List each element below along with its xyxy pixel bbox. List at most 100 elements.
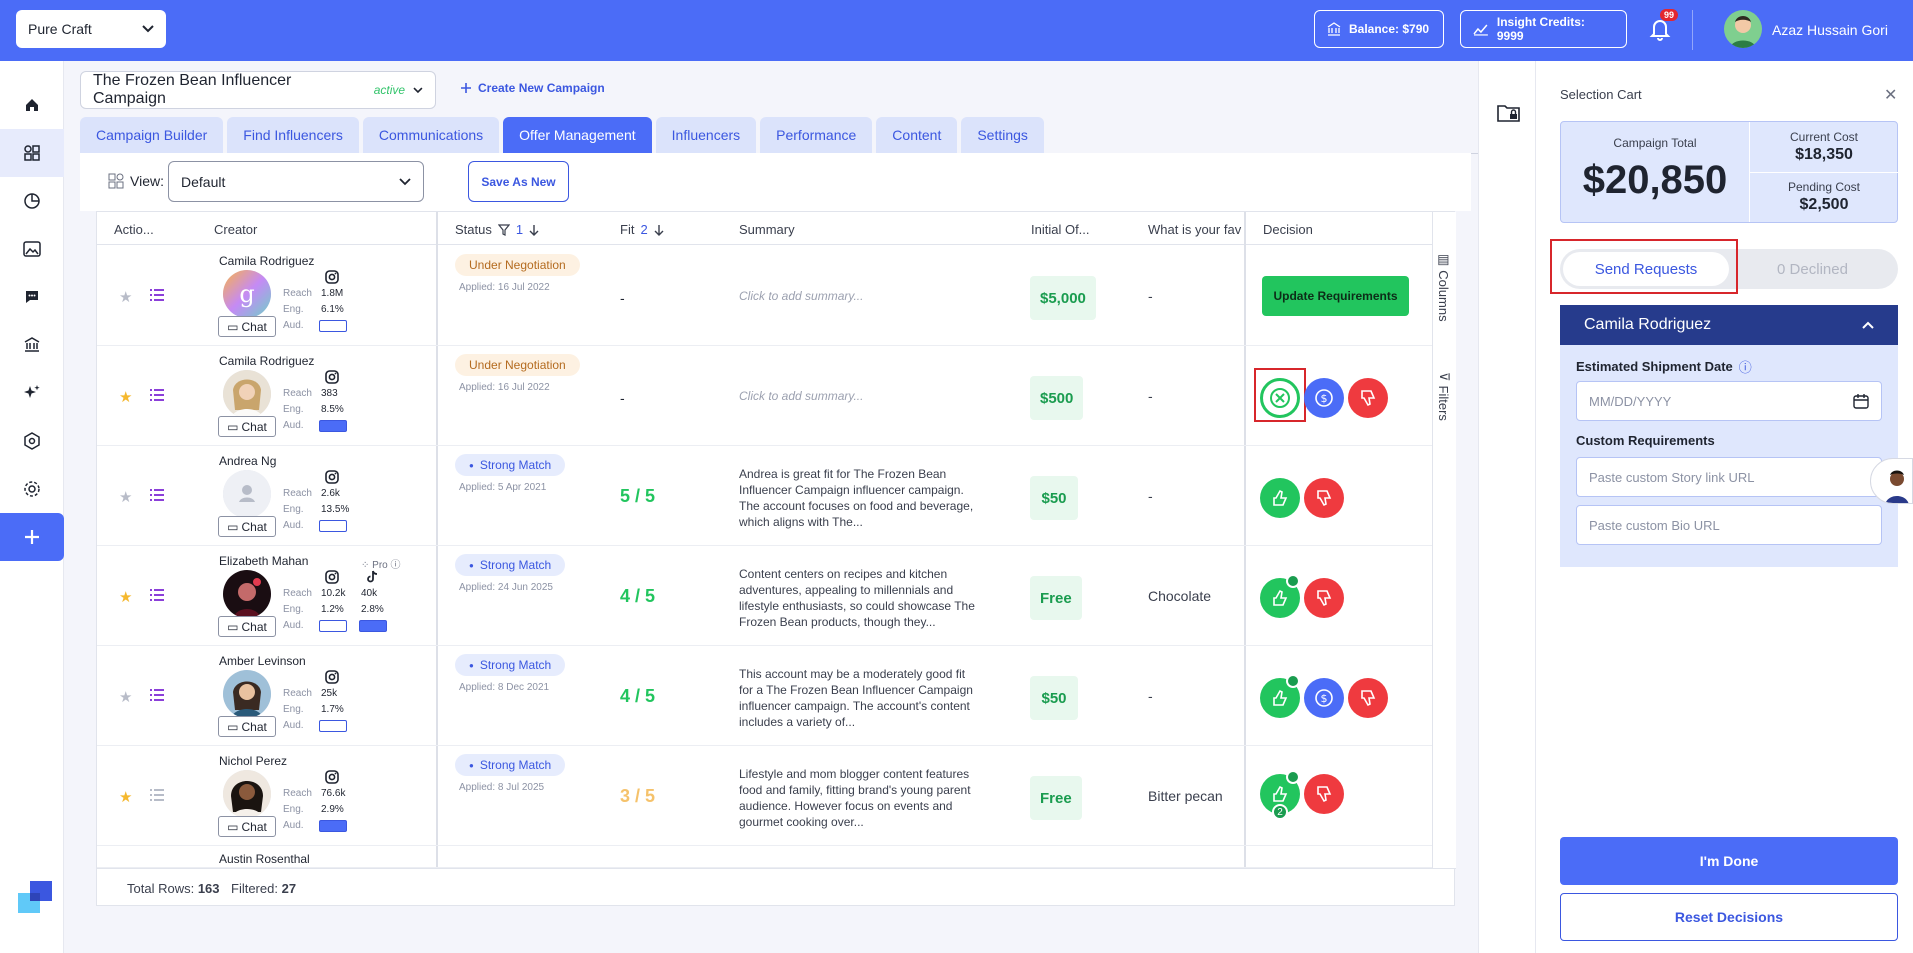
decline-button[interactable] xyxy=(1348,678,1388,718)
tab-find-influencers[interactable]: Find Influencers xyxy=(227,117,359,153)
chat-button[interactable]: ▭ Chat xyxy=(218,616,276,637)
summary-cell[interactable]: Lifestyle and mom blogger content featur… xyxy=(739,766,979,830)
columns-toggle[interactable]: ▥ Columns xyxy=(1436,254,1453,322)
folder-lock-icon[interactable] xyxy=(1497,103,1521,123)
list-icon[interactable] xyxy=(149,788,165,802)
approve-button[interactable]: 2 xyxy=(1260,770,1300,820)
nav-add[interactable] xyxy=(0,513,64,561)
list-icon[interactable] xyxy=(149,388,165,402)
shipment-date-input[interactable]: MM/DD/YYYY xyxy=(1576,381,1882,421)
decline-button[interactable] xyxy=(1304,478,1344,518)
audience-icon[interactable] xyxy=(319,720,347,732)
audience-icon[interactable] xyxy=(319,520,347,532)
summary-cell[interactable]: Andrea is great fit for The Frozen Bean … xyxy=(739,466,979,530)
summary-cell[interactable]: This account may be a moderately good fi… xyxy=(739,666,979,730)
creator-name[interactable]: Camila Rodriguez xyxy=(219,354,314,368)
nav-media[interactable] xyxy=(0,225,64,273)
creator-accordion-header[interactable]: Camila Rodriguez xyxy=(1560,305,1898,345)
list-icon[interactable] xyxy=(149,588,165,602)
nav-analytics[interactable] xyxy=(0,177,64,225)
calendar-icon[interactable] xyxy=(1853,393,1869,409)
close-icon[interactable]: ✕ xyxy=(1884,85,1897,105)
eng-value: 6.1% xyxy=(321,304,344,315)
star-icon[interactable]: ★ xyxy=(119,388,132,406)
tab-influencers[interactable]: Influencers xyxy=(655,117,757,153)
tab-performance[interactable]: Performance xyxy=(760,117,873,153)
chat-button[interactable]: ▭ Chat xyxy=(218,316,276,337)
audience-trend-icon[interactable] xyxy=(359,620,387,632)
counter-offer-button[interactable]: $ xyxy=(1304,678,1344,718)
done-button[interactable]: I'm Done xyxy=(1560,837,1898,885)
nav-integrations[interactable] xyxy=(0,417,64,465)
creator-name[interactable]: Amber Levinson xyxy=(219,654,306,668)
star-icon[interactable]: ★ xyxy=(119,488,132,506)
chat-button[interactable]: ▭ Chat xyxy=(218,516,276,537)
reset-decisions-button[interactable]: Reset Decisions xyxy=(1560,893,1898,941)
declined-tab[interactable]: 0 Declined xyxy=(1730,252,1895,286)
balance-button[interactable]: Balance: $790 xyxy=(1314,10,1444,48)
list-icon[interactable] xyxy=(149,688,165,702)
audience-trend-icon[interactable] xyxy=(319,820,347,832)
update-requirements-button[interactable]: Update Requirements xyxy=(1262,276,1409,316)
approve-button[interactable] xyxy=(1260,478,1300,518)
creator-name[interactable]: Andrea Ng xyxy=(219,454,276,468)
summary-cell[interactable]: Content centers on recipes and kitchen a… xyxy=(739,566,979,630)
col-initial-offer[interactable]: Initial Of... xyxy=(1031,222,1090,237)
star-icon[interactable]: ★ xyxy=(119,788,132,806)
nav-settings[interactable] xyxy=(0,465,64,513)
audience-icon[interactable] xyxy=(319,320,347,332)
col-status[interactable]: Status 1 xyxy=(455,222,539,237)
creator-name[interactable]: Austin Rosenthal xyxy=(219,852,310,866)
list-icon[interactable] xyxy=(149,488,165,502)
audience-trend-icon[interactable] xyxy=(319,420,347,432)
filter-icon[interactable] xyxy=(497,223,510,236)
star-icon[interactable]: ★ xyxy=(119,588,132,606)
tab-settings[interactable]: Settings xyxy=(961,117,1044,153)
nav-home[interactable] xyxy=(0,81,64,129)
tab-communications[interactable]: Communications xyxy=(362,117,500,153)
col-summary[interactable]: Summary xyxy=(739,222,795,237)
decline-button[interactable] xyxy=(1304,578,1344,618)
approve-button[interactable] xyxy=(1260,674,1300,718)
decline-button[interactable] xyxy=(1304,774,1344,814)
create-new-campaign-link[interactable]: Create New Campaign xyxy=(460,81,605,95)
tab-offer-management[interactable]: Offer Management xyxy=(503,117,652,153)
col-fit[interactable]: Fit 2 xyxy=(620,222,664,237)
bio-url-input[interactable]: Paste custom Bio URL xyxy=(1576,505,1882,545)
tab-content[interactable]: Content xyxy=(876,117,958,153)
campaign-select[interactable]: The Frozen Bean Influencer Campaign acti… xyxy=(80,71,436,109)
approve-button[interactable] xyxy=(1260,574,1300,618)
audience-icon[interactable] xyxy=(319,620,347,632)
col-question[interactable]: What is your fav xyxy=(1148,222,1244,237)
counter-offer-button[interactable]: $ xyxy=(1304,378,1344,418)
workspace-select[interactable]: Pure Craft xyxy=(16,10,166,48)
decline-button[interactable] xyxy=(1348,378,1388,418)
filters-toggle[interactable]: ⊽ Filters xyxy=(1436,372,1453,421)
tab-campaign-builder[interactable]: Campaign Builder xyxy=(80,117,224,153)
creator-name[interactable]: Elizabeth Mahan xyxy=(219,554,308,568)
chat-button[interactable]: ▭ Chat xyxy=(218,816,276,837)
chat-button[interactable]: ▭ Chat xyxy=(218,416,276,437)
col-actions[interactable]: Actio... xyxy=(114,222,154,237)
insight-credits-button[interactable]: Insight Credits: 9999 xyxy=(1460,10,1627,48)
nav-messages[interactable] xyxy=(0,273,64,321)
save-as-new-button[interactable]: Save As New xyxy=(468,161,569,202)
chat-button[interactable]: ▭ Chat xyxy=(218,716,276,737)
view-select[interactable]: Default xyxy=(168,161,424,202)
star-icon[interactable]: ★ xyxy=(119,688,132,706)
cancel-decision-button[interactable] xyxy=(1260,378,1300,418)
nav-campaigns[interactable] xyxy=(0,129,64,177)
nav-ai[interactable] xyxy=(0,369,64,417)
creator-name[interactable]: Nichol Perez xyxy=(219,754,287,768)
col-decision[interactable]: Decision xyxy=(1263,222,1313,237)
story-url-input[interactable]: Paste custom Story link URL xyxy=(1576,457,1882,497)
col-creator[interactable]: Creator xyxy=(214,222,257,237)
list-icon[interactable] xyxy=(149,288,165,302)
user-avatar[interactable] xyxy=(1724,10,1762,48)
support-avatar[interactable] xyxy=(1870,458,1913,504)
creator-name[interactable]: Camila Rodriguez xyxy=(219,254,314,268)
star-icon[interactable]: ★ xyxy=(119,288,132,306)
nav-payments[interactable] xyxy=(0,321,64,369)
summary-cell[interactable]: Click to add summary... xyxy=(739,388,979,404)
summary-cell[interactable]: Click to add summary... xyxy=(739,288,979,304)
